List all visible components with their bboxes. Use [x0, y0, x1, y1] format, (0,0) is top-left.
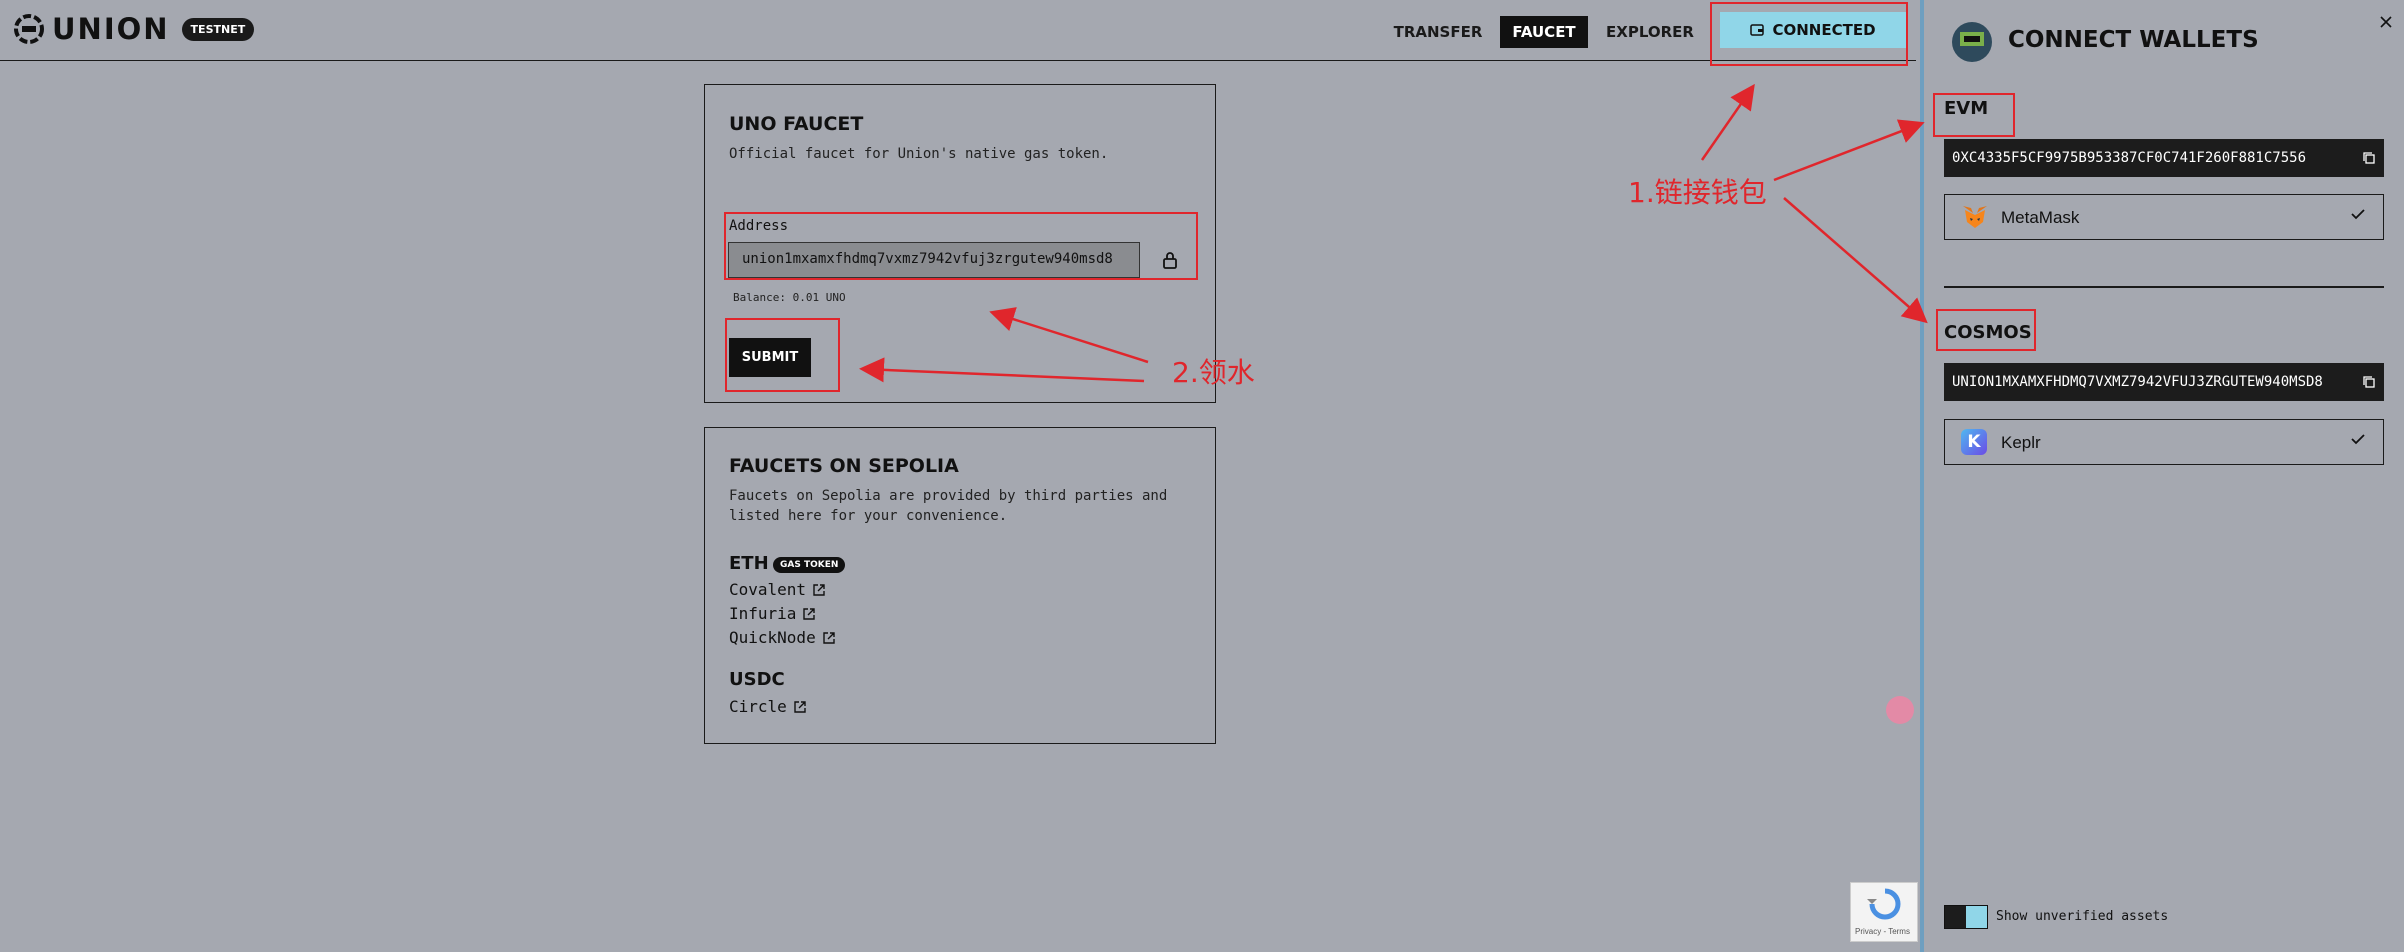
annotation-step1: 1.链接钱包 [1628, 176, 1767, 209]
wallet-row-keplr[interactable]: K Keplr [1944, 419, 2384, 465]
top-header: UNION TESTNET TRANSFER FAUCET EXPLORER C… [0, 0, 1916, 61]
check-icon [2351, 209, 2365, 220]
annotation-box-connected [1710, 2, 1908, 66]
nav-transfer[interactable]: TRANSFER [1390, 16, 1486, 48]
translate-float-icon[interactable] [1886, 696, 1914, 724]
copy-icon[interactable] [2362, 375, 2376, 389]
cosmos-address: UNION1MXAMXFHDMQ7VXMZ7942VFUJ3ZRGUTEW940… [1952, 374, 2323, 390]
eth-heading: ETH [729, 553, 769, 574]
arrow-to-cosmos [1783, 197, 1928, 324]
evm-address-box: 0XC4335F5CF9975B953387CF0C741F260F881C75… [1944, 139, 2384, 177]
union-logo[interactable]: UNION TESTNET [12, 12, 255, 46]
union-logo-icon [14, 14, 44, 44]
gas-token-badge: GAS TOKEN [773, 557, 846, 573]
metamask-icon [1963, 206, 1987, 228]
testnet-badge: TESTNET [181, 17, 255, 41]
usdc-heading: USDC [729, 669, 785, 690]
show-unverified-toggle[interactable] [1944, 905, 1988, 929]
link-circle-label: Circle [729, 697, 787, 716]
annotation-box-cosmos [1936, 309, 2036, 351]
link-infuria-label: Infuria [729, 604, 797, 623]
nav-explorer[interactable]: EXPLORER [1604, 16, 1696, 48]
sepolia-description-line1: Faucets on Sepolia are provided by third… [729, 488, 1168, 504]
sepolia-description-line2: listed here for your convenience. [729, 508, 1008, 524]
show-unverified-label: Show unverified assets [1996, 909, 2169, 924]
external-link-icon [823, 631, 835, 644]
recaptcha-text: Privacy - Terms [1855, 927, 1910, 936]
metamask-label: MetaMask [2001, 208, 2080, 227]
section-divider [1944, 286, 2384, 288]
annotation-box-address [724, 212, 1198, 280]
panel-avatar [1952, 22, 1992, 62]
logo-text: UNION [52, 12, 170, 46]
cosmos-address-box: UNION1MXAMXFHDMQ7VXMZ7942VFUJ3ZRGUTEW940… [1944, 363, 2384, 401]
recaptcha-icon [1867, 888, 1901, 920]
link-quicknode-label: QuickNode [729, 628, 816, 647]
annotation-box-evm [1933, 93, 2015, 137]
uno-faucet-description: Official faucet for Union's native gas t… [729, 146, 1109, 162]
arrow-to-evm [1773, 119, 1925, 182]
arrow-to-connected [1700, 83, 1755, 161]
external-link-icon [813, 583, 825, 596]
wallet-row-metamask[interactable]: MetaMask [1944, 194, 2384, 240]
nav-faucet[interactable]: FAUCET [1500, 16, 1588, 48]
link-quicknode[interactable]: QuickNode [729, 628, 836, 647]
link-circle[interactable]: Circle [729, 697, 807, 716]
close-icon[interactable] [2380, 16, 2392, 28]
keplr-label: Keplr [2001, 433, 2041, 452]
link-infuria[interactable]: Infuria [729, 604, 816, 623]
annotation-step2: 2.领水 [1172, 356, 1255, 389]
balance-text: Balance: 0.01 UNO [733, 291, 846, 304]
uno-faucet-title: UNO FAUCET [729, 113, 864, 135]
evm-address: 0XC4335F5CF9975B953387CF0C741F260F881C75… [1952, 150, 2307, 166]
copy-icon[interactable] [2362, 151, 2376, 165]
panel-title: CONNECT WALLETS [2008, 27, 2259, 53]
keplr-icon: K [1961, 429, 1987, 455]
external-link-icon [794, 700, 806, 713]
sepolia-title: FAUCETS ON SEPOLIA [729, 455, 959, 477]
recaptcha-badge[interactable]: Privacy - Terms [1850, 882, 1918, 942]
annotation-box-submit [725, 318, 840, 392]
check-icon [2351, 434, 2365, 445]
link-covalent-label: Covalent [729, 580, 807, 599]
link-covalent[interactable]: Covalent [729, 580, 826, 599]
external-link-icon [803, 607, 816, 620]
